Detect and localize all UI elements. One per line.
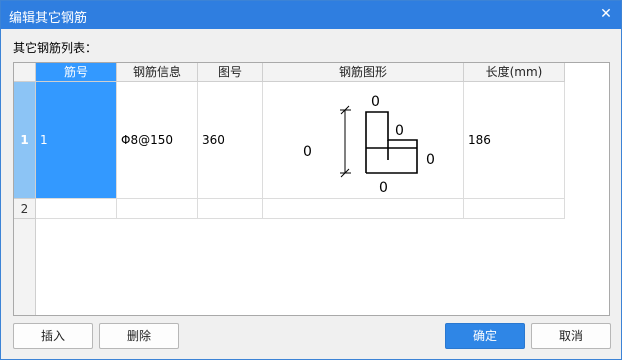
cancel-button[interactable]: 取消 bbox=[531, 323, 611, 349]
cell-rebar-info[interactable] bbox=[117, 199, 198, 219]
window-title: 编辑其它钢筋 bbox=[9, 11, 88, 26]
cell-rebar-shape[interactable] bbox=[263, 199, 464, 219]
row-header-1[interactable]: 1 bbox=[14, 82, 36, 199]
cell-figure-no[interactable]: 360 bbox=[198, 82, 263, 199]
shape-dim-left: 0 bbox=[303, 144, 312, 160]
row-header-filler bbox=[14, 219, 36, 315]
insert-button[interactable]: 插入 bbox=[13, 323, 93, 349]
cell-bar-no[interactable]: 1 bbox=[36, 82, 117, 199]
shape-dim-right: 0 bbox=[426, 152, 435, 168]
cell-rebar-info[interactable]: Φ8@150 bbox=[117, 82, 198, 199]
ok-button[interactable]: 确定 bbox=[445, 323, 525, 349]
col-header-rebar-info[interactable]: 钢筋信息 bbox=[117, 63, 198, 82]
cell-figure-no[interactable] bbox=[198, 199, 263, 219]
cell-bar-no[interactable] bbox=[36, 199, 117, 219]
col-header-rebar-shape[interactable]: 钢筋图形 bbox=[263, 63, 464, 82]
rebar-table: 筋号 钢筋信息 图号 钢筋图形 长度(mm) 1 1 Φ8@150 360 0 … bbox=[13, 62, 610, 316]
cell-length[interactable] bbox=[464, 199, 565, 219]
rebar-shape-lines bbox=[340, 105, 418, 178]
shape-dim-step: 0 bbox=[395, 123, 404, 139]
cell-rebar-shape[interactable]: 0 0 0 0 0 bbox=[263, 82, 464, 199]
shape-dim-bottom: 0 bbox=[379, 180, 388, 196]
col-header-bar-no[interactable]: 筋号 bbox=[36, 63, 117, 82]
shape-dim-top: 0 bbox=[371, 94, 380, 110]
cell-length[interactable]: 186 bbox=[464, 82, 565, 199]
delete-button[interactable]: 删除 bbox=[99, 323, 179, 349]
rebar-list-label: 其它钢筋列表： bbox=[13, 41, 98, 55]
close-icon[interactable]: ✕ bbox=[597, 5, 615, 23]
col-header-figure-no[interactable]: 图号 bbox=[198, 63, 263, 82]
col-header-length[interactable]: 长度(mm) bbox=[464, 63, 565, 82]
edit-other-rebar-dialog: 编辑其它钢筋 ✕ 其它钢筋列表： 筋号 钢筋信息 图号 钢筋图形 长度(mm) … bbox=[0, 0, 622, 360]
title-bar: 编辑其它钢筋 ✕ bbox=[1, 1, 621, 29]
table-corner bbox=[14, 63, 36, 82]
rebar-shape-drawing: 0 0 0 0 0 bbox=[303, 94, 435, 196]
row-header-2[interactable]: 2 bbox=[14, 199, 36, 219]
